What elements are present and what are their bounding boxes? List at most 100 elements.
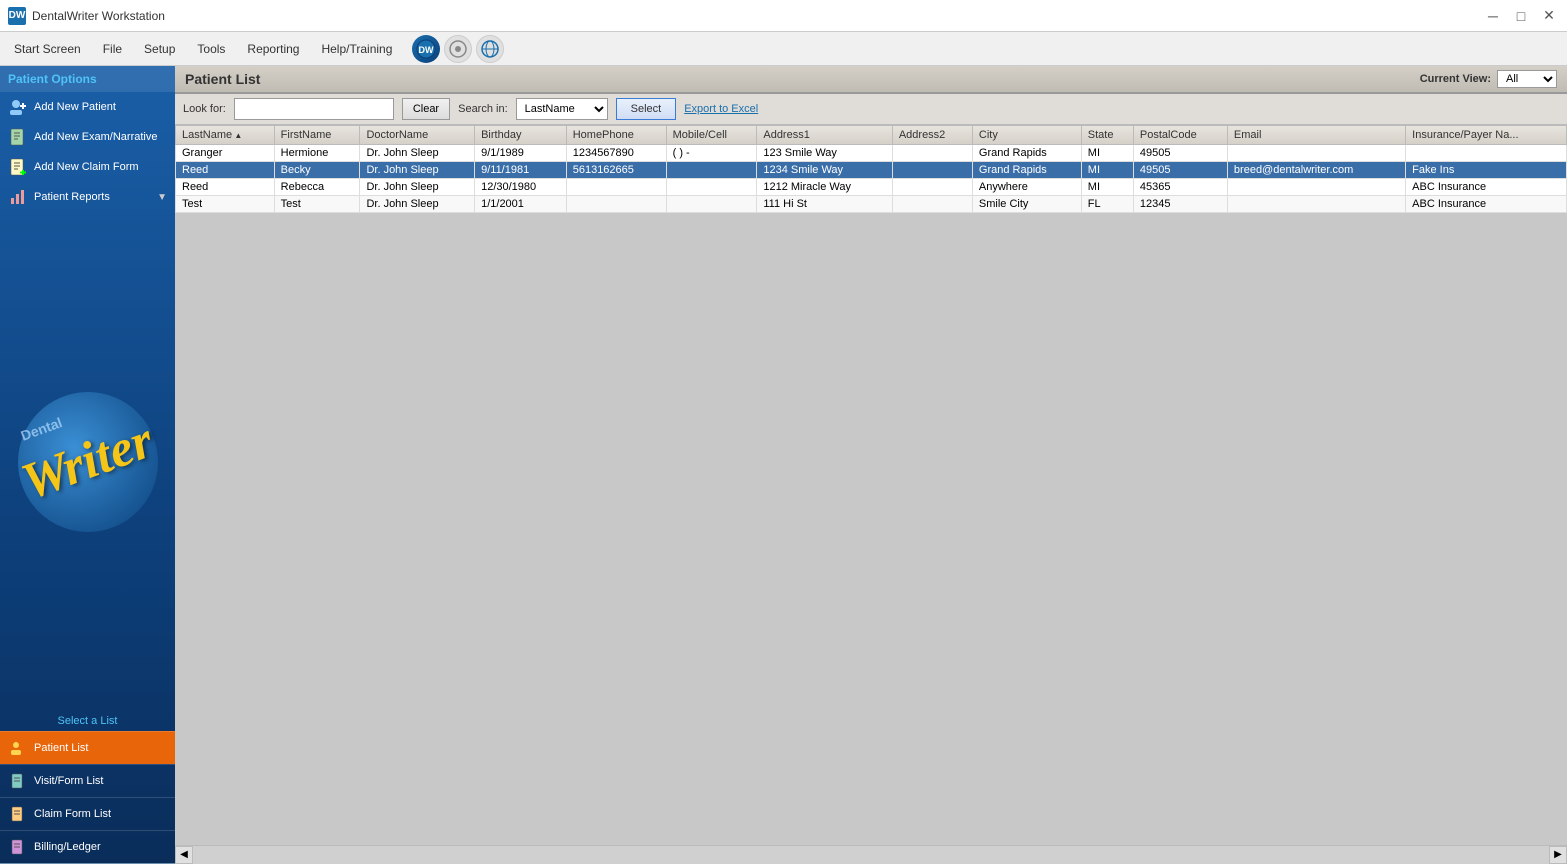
cell-address1: 1234 Smile Way: [757, 162, 892, 179]
col-postalcode[interactable]: PostalCode: [1133, 126, 1227, 145]
menu-tools[interactable]: Tools: [187, 38, 235, 60]
circle-icon-1[interactable]: DW: [412, 35, 440, 63]
col-mobilecell[interactable]: Mobile/Cell: [666, 126, 757, 145]
app-title: DentalWriter Workstation: [32, 9, 165, 23]
sidebar-item-add-new-patient[interactable]: Add New Patient: [0, 92, 175, 122]
title-bar: DW DentalWriter Workstation ─ □ ✕: [0, 0, 1567, 32]
cell-birthday: 1/1/2001: [475, 196, 567, 213]
cell-state: FL: [1081, 196, 1133, 213]
scroll-right-arrow[interactable]: ▶: [1549, 846, 1567, 864]
table-row[interactable]: TestTestDr. John Sleep1/1/2001111 Hi StS…: [176, 196, 1567, 213]
visit-form-label: Visit/Form List: [34, 775, 103, 787]
table-row[interactable]: ReedBeckyDr. John Sleep9/11/198156131626…: [176, 162, 1567, 179]
patient-options-header: Patient Options: [0, 66, 175, 92]
menu-help-training[interactable]: Help/Training: [311, 38, 402, 60]
select-list-label[interactable]: Select a List: [0, 711, 175, 731]
minimize-button[interactable]: ─: [1483, 6, 1503, 26]
current-view-area: Current View: All: [1420, 70, 1557, 88]
cell-lastName: Test: [176, 196, 275, 213]
cell-homePhone: [566, 179, 666, 196]
clear-button[interactable]: Clear: [402, 98, 450, 120]
col-state[interactable]: State: [1081, 126, 1133, 145]
current-view-label: Current View:: [1420, 73, 1491, 85]
cell-doctorName: Dr. John Sleep: [360, 179, 475, 196]
list-btn-claim-form[interactable]: Claim Form List: [0, 797, 175, 830]
app-icon: DW: [8, 7, 26, 25]
cell-email: breed@dentalwriter.com: [1227, 162, 1405, 179]
globe-icon[interactable]: [476, 35, 504, 63]
main-area: Patient Options Add New Patient Add New …: [0, 66, 1567, 863]
cell-doctorName: Dr. John Sleep: [360, 162, 475, 179]
sidebar-item-patient-reports[interactable]: Patient Reports ▼: [0, 182, 175, 212]
horizontal-scrollbar[interactable]: ◀ ▶: [175, 845, 1567, 863]
cell-address1: 1212 Miracle Way: [757, 179, 892, 196]
col-email[interactable]: Email: [1227, 126, 1405, 145]
patient-panel-header: Patient List Current View: All: [175, 66, 1567, 94]
col-insurance[interactable]: Insurance/Payer Na...: [1406, 126, 1567, 145]
cell-postalCode: 45365: [1133, 179, 1227, 196]
visit-form-icon: [8, 771, 28, 791]
add-exam-icon: [8, 127, 28, 147]
cell-address2: [892, 162, 972, 179]
menu-file[interactable]: File: [93, 38, 132, 60]
select-button[interactable]: Select: [616, 98, 677, 120]
table-body: GrangerHermioneDr. John Sleep9/1/1989123…: [176, 145, 1567, 213]
current-view-select[interactable]: All: [1497, 70, 1557, 88]
scroll-track[interactable]: [193, 846, 1549, 864]
close-button[interactable]: ✕: [1539, 6, 1559, 26]
logo-canvas: Dental Writer: [8, 292, 168, 632]
sidebar: Patient Options Add New Patient Add New …: [0, 66, 175, 863]
search-in-select[interactable]: LastName FirstName Birthday HomePhone: [516, 98, 608, 120]
list-btn-patient-list[interactable]: Patient List: [0, 731, 175, 764]
menu-icon-group: DW: [412, 35, 504, 63]
cell-homePhone: 5613162665: [566, 162, 666, 179]
list-btn-billing-ledger[interactable]: Billing/Ledger: [0, 830, 175, 863]
search-in-label: Search in:: [458, 103, 508, 115]
cell-city: Grand Rapids: [972, 162, 1081, 179]
patient-reports-icon: [8, 187, 28, 207]
list-btn-visit-form[interactable]: Visit/Form List: [0, 764, 175, 797]
col-address2[interactable]: Address2: [892, 126, 972, 145]
patients-table: LastName FirstName DoctorName Birthday H…: [175, 125, 1567, 213]
maximize-button[interactable]: □: [1511, 6, 1531, 26]
cell-email: [1227, 196, 1405, 213]
table-row[interactable]: ReedRebeccaDr. John Sleep12/30/19801212 …: [176, 179, 1567, 196]
cell-homePhone: [566, 196, 666, 213]
menu-setup[interactable]: Setup: [134, 38, 185, 60]
cell-insurancePayerName: Fake Ins: [1406, 162, 1567, 179]
col-firstname[interactable]: FirstName: [274, 126, 360, 145]
col-city[interactable]: City: [972, 126, 1081, 145]
cell-address2: [892, 145, 972, 162]
patient-list-title: Patient List: [185, 71, 260, 87]
cell-insurancePayerName: ABC Insurance: [1406, 196, 1567, 213]
cell-birthday: 9/1/1989: [475, 145, 567, 162]
col-birthday[interactable]: Birthday: [475, 126, 567, 145]
export-to-excel-link[interactable]: Export to Excel: [684, 103, 758, 115]
patient-table: LastName FirstName DoctorName Birthday H…: [175, 125, 1567, 845]
window-controls: ─ □ ✕: [1483, 6, 1559, 26]
cell-lastName: Granger: [176, 145, 275, 162]
menu-reporting[interactable]: Reporting: [237, 38, 309, 60]
add-patient-label: Add New Patient: [34, 101, 116, 113]
col-address1[interactable]: Address1: [757, 126, 892, 145]
cell-doctorName: Dr. John Sleep: [360, 196, 475, 213]
cell-city: Anywhere: [972, 179, 1081, 196]
menu-start-screen[interactable]: Start Screen: [4, 38, 91, 60]
col-homephone[interactable]: HomePhone: [566, 126, 666, 145]
look-for-label: Look for:: [183, 103, 226, 115]
look-for-input[interactable]: [234, 98, 394, 120]
cell-state: MI: [1081, 179, 1133, 196]
claim-form-label: Claim Form List: [34, 808, 111, 820]
col-lastname[interactable]: LastName: [176, 126, 275, 145]
table-row[interactable]: GrangerHermioneDr. John Sleep9/1/1989123…: [176, 145, 1567, 162]
circle-icon-2[interactable]: [444, 35, 472, 63]
add-claim-icon: [8, 157, 28, 177]
claim-form-icon: [8, 804, 28, 824]
cell-city: Grand Rapids: [972, 145, 1081, 162]
sidebar-item-add-claim[interactable]: Add New Claim Form: [0, 152, 175, 182]
cell-mobileCell: [666, 179, 757, 196]
logo-area: Dental Writer: [0, 212, 175, 711]
col-doctorname[interactable]: DoctorName: [360, 126, 475, 145]
scroll-left-arrow[interactable]: ◀: [175, 846, 193, 864]
sidebar-item-add-exam[interactable]: Add New Exam/Narrative: [0, 122, 175, 152]
